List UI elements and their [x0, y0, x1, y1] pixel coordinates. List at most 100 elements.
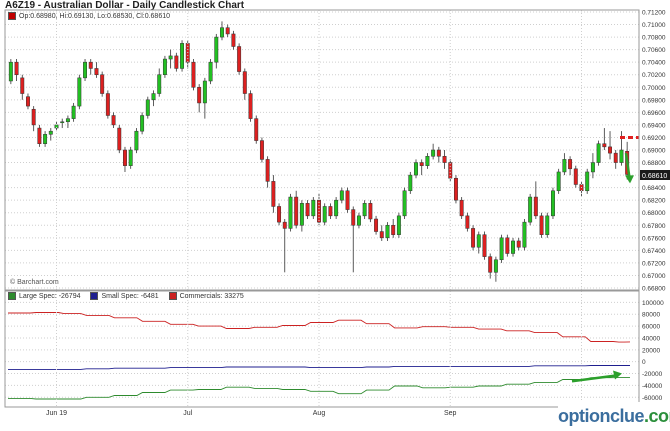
candle-body: [385, 225, 390, 239]
candle-body: [511, 240, 515, 254]
cot-y-tick: -40000: [642, 383, 663, 390]
candle-body: [220, 27, 224, 38]
legend-large-spec: Large Spec: -26794: [8, 292, 81, 300]
candle-body: [151, 93, 156, 101]
candle-body: [608, 146, 612, 154]
price-y-tick: 0.70200: [642, 72, 666, 79]
cot-series: [8, 312, 631, 400]
last-price-label: 0.68610: [640, 170, 670, 180]
cot-y-tick: 80000: [642, 312, 660, 319]
watermark-logo: optionclue.com: [558, 402, 670, 431]
cot-y-tick: 20000: [642, 347, 660, 354]
chart-canvas: 0.71200 0.71000 0.70800 0.70600 0.70400 0.702…: [4, 9, 670, 417]
candle-body: [202, 80, 207, 104]
candle-body: [157, 74, 162, 94]
price-y-tick: 0.67800: [642, 223, 666, 230]
candle-body: [453, 177, 458, 201]
x-axis: Jun 19JulAugSepOct: [46, 10, 587, 417]
watermark-text: optionclue: [558, 406, 645, 426]
candle-body: [288, 196, 293, 229]
candle-body: [334, 199, 339, 217]
candle-body: [277, 206, 282, 223]
candle-body: [414, 162, 418, 176]
cot-y-tick: 100000: [642, 300, 664, 307]
candle-body: [65, 118, 70, 123]
watermark-suffix: .com: [644, 406, 670, 426]
candle-body: [585, 171, 590, 192]
candle-body: [436, 149, 441, 157]
price-y-tick: 0.68000: [642, 210, 666, 217]
candle-body: [465, 215, 470, 229]
candle-body: [43, 134, 48, 144]
candle-body: [48, 130, 53, 135]
candle-body: [476, 234, 481, 248]
candle-body: [100, 74, 105, 94]
candle-body: [551, 190, 555, 217]
legend-small-spec-label: Small Spec: -6481: [101, 292, 159, 300]
candle-body: [573, 168, 578, 185]
candle-body: [259, 140, 264, 160]
candle-body: [31, 108, 36, 126]
cot-series-line: [8, 377, 630, 400]
price-y-tick: 0.67200: [642, 260, 666, 267]
x-tick-label: Jul: [183, 410, 192, 417]
copyright-text: © Barchart.com: [10, 279, 59, 286]
candle-body: [128, 149, 133, 166]
candle-body: [265, 159, 270, 182]
candle-body: [590, 162, 595, 173]
price-legend: Op:0.68980, Hi:0.69130, Lo:0.68530, Cl:0…: [8, 12, 170, 20]
price-y-tick: 0.68400: [642, 185, 666, 192]
price-y-axis: 0.71200 0.71000 0.70800 0.70600 0.70400 0.702…: [642, 10, 666, 293]
candle-body: [174, 55, 179, 69]
cot-legend: Large Spec: -26794 Small Spec: -6481 Com…: [8, 292, 252, 300]
candle-body: [254, 118, 259, 141]
candle-body: [556, 171, 561, 192]
down-arrow-head: [625, 175, 634, 184]
candle-body: [613, 152, 618, 163]
candle-body: [431, 149, 436, 157]
candle-body: [374, 218, 379, 232]
candle-body: [134, 130, 139, 151]
candle-body: [533, 196, 538, 217]
price-y-tick: 0.67600: [642, 235, 666, 242]
price-y-tick: 0.69400: [642, 122, 666, 129]
candle-body: [88, 61, 93, 69]
legend-commercials-label: Commercials: 33275: [179, 292, 244, 300]
cot-panel-frame: [4, 290, 640, 408]
candle-body: [493, 259, 498, 273]
annotations: [571, 135, 639, 383]
legend-large-spec-label: Large Spec: -26794: [19, 292, 81, 300]
candle-body: [391, 225, 396, 235]
candle-body: [522, 221, 527, 248]
price-legend-swatch: [8, 12, 16, 20]
cot-y-tick: 60000: [642, 324, 660, 331]
candle-body: [339, 190, 344, 201]
price-y-tick: 0.70600: [642, 47, 666, 54]
candle-body: [619, 149, 624, 163]
legend-commercials: Commercials: 33275: [168, 292, 244, 300]
candle-body: [408, 174, 413, 192]
legend-small-spec: Small Spec: -6481: [90, 292, 159, 300]
candle-body: [191, 61, 196, 88]
candle-body: [568, 159, 573, 170]
candle-body: [145, 99, 150, 116]
price-y-tick: 0.70800: [642, 35, 666, 42]
last-price-text: 0.68610: [642, 173, 667, 180]
cot-y-tick: 40000: [642, 335, 660, 342]
up-arrow-shaft: [571, 374, 617, 383]
candle-body: [499, 237, 504, 261]
candle-body: [362, 203, 367, 217]
candle-body: [305, 203, 310, 217]
price-grid: [5, 11, 639, 289]
candle-body: [60, 121, 65, 124]
candle-body: [214, 36, 219, 63]
price-y-tick: 0.70000: [642, 85, 666, 92]
price-panel-frame: [4, 9, 640, 291]
cot-y-tick: 0: [642, 359, 646, 366]
candle-body: [248, 93, 253, 119]
price-legend-text: Op:0.68980, Hi:0.69130, Lo:0.68530, Cl:0…: [19, 12, 171, 20]
candle-body: [71, 105, 76, 119]
cot-grid: [5, 301, 639, 398]
candle-body: [482, 234, 487, 257]
candle-body: [117, 127, 122, 151]
